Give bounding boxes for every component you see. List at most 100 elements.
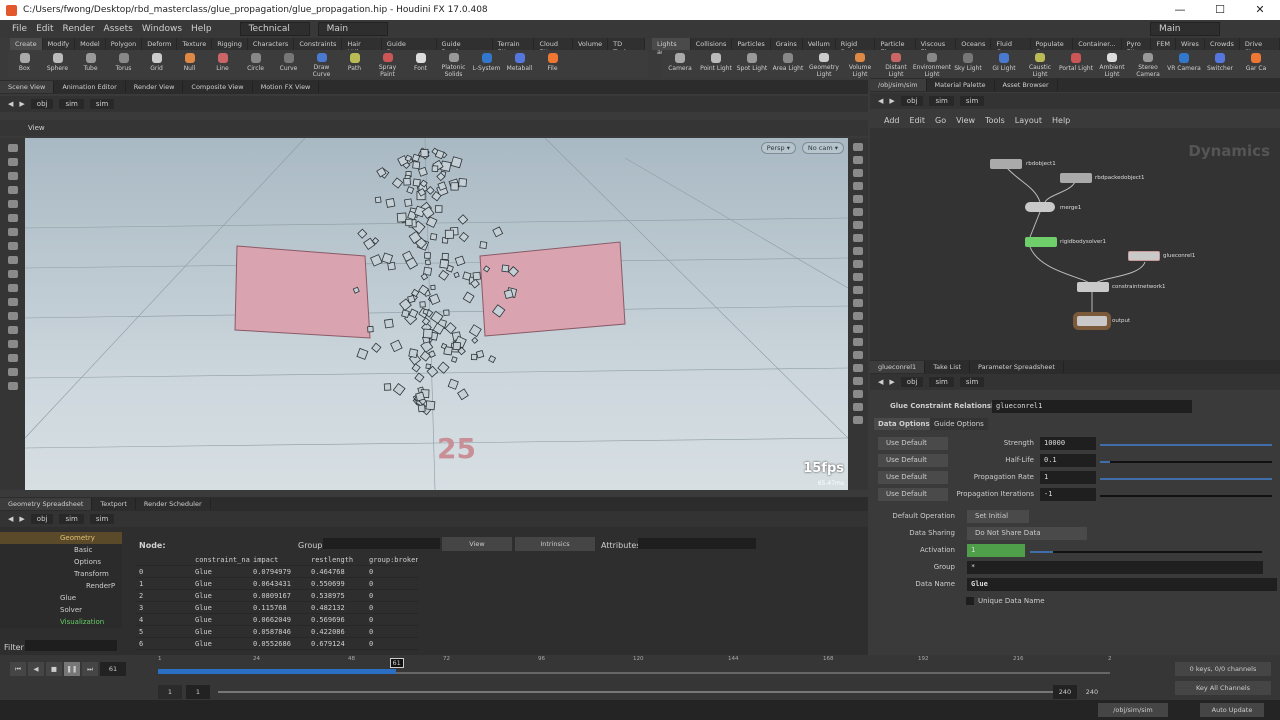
viewport-tool-icon[interactable] xyxy=(7,228,18,236)
shelf-tab-7[interactable]: Viscous Fl... xyxy=(916,38,957,56)
param-tab-1[interactable]: Take List xyxy=(925,361,971,373)
tool-volume-light[interactable]: Volume Light xyxy=(842,50,878,78)
pane-tab-0[interactable]: /obj/sim/sim xyxy=(870,79,927,91)
param-slider[interactable] xyxy=(1100,444,1272,446)
column-header[interactable]: restlength xyxy=(308,554,366,565)
shelf-tab-1[interactable]: Collisions xyxy=(691,38,733,50)
tool-portal-light[interactable]: Portal Light xyxy=(1058,50,1094,78)
range-slider[interactable] xyxy=(218,691,1053,693)
viewport-tool-icon[interactable] xyxy=(7,312,18,320)
main-select[interactable]: Main xyxy=(317,22,388,36)
param-value-field[interactable]: 0.1 xyxy=(1040,454,1096,467)
pane-tab-1[interactable]: Animation Editor xyxy=(54,81,126,93)
viewport-tool-icon[interactable] xyxy=(7,326,18,334)
menu-assets[interactable]: Assets xyxy=(104,24,133,34)
table-row[interactable]: 1 Glue 0.0643431 0.550699 0 xyxy=(136,578,418,590)
key-all-channels-select[interactable]: Key All Channels xyxy=(1175,681,1271,695)
display-option-icon[interactable] xyxy=(853,182,863,190)
path-sim[interactable]: sim xyxy=(59,99,84,109)
tool-spray-paint[interactable]: Spray Paint xyxy=(371,50,404,78)
tool-path[interactable]: Path xyxy=(338,50,371,78)
viewport-tool-icon[interactable] xyxy=(7,186,18,194)
shelf-tab-2[interactable]: Particles xyxy=(732,38,771,50)
data-name-field[interactable]: Glue xyxy=(967,578,1277,591)
close-button[interactable]: ✕ xyxy=(1240,0,1280,20)
viewport-tool-icon[interactable] xyxy=(7,158,18,166)
tool-sphere[interactable]: Sphere xyxy=(41,50,74,78)
display-option-icon[interactable] xyxy=(853,299,863,307)
param-slider[interactable] xyxy=(1100,495,1272,497)
play-reverse-button[interactable]: ◀ xyxy=(28,662,44,676)
viewport-tool-icon[interactable] xyxy=(7,354,18,362)
param-tab-0[interactable]: glueconrel1 xyxy=(870,361,926,373)
tab-data-options[interactable]: Data Options xyxy=(874,418,934,430)
attributes-input[interactable] xyxy=(638,538,756,549)
shelf-tab-14[interactable]: Wires xyxy=(1176,38,1205,50)
forward-icon[interactable]: ▶ xyxy=(889,97,894,105)
shelf-tab-5[interactable]: Texture xyxy=(177,38,213,50)
shelf-tab-0[interactable]: Create xyxy=(10,38,43,50)
viewport-tool-icon[interactable] xyxy=(7,382,18,390)
column-header[interactable] xyxy=(136,554,192,565)
activation-slider[interactable] xyxy=(1030,551,1262,553)
param-value-field[interactable]: 10000 xyxy=(1040,437,1096,450)
pane-tab-3[interactable]: Composite View xyxy=(183,81,253,93)
tool-file[interactable]: File xyxy=(536,50,569,78)
tool-l-system[interactable]: L-System xyxy=(470,50,503,78)
jump-end-button[interactable]: ⏭ xyxy=(82,662,98,676)
shelf-tab-12[interactable]: Pyro FX xyxy=(1122,38,1152,56)
shelf-tab-9[interactable]: Fluid Con... xyxy=(991,38,1031,56)
tool-point-light[interactable]: Point Light xyxy=(698,50,734,78)
display-option-icon[interactable] xyxy=(853,312,863,320)
spreadsheet-tab-2[interactable]: Render Scheduler xyxy=(136,498,211,510)
spreadsheet-tab-1[interactable]: Textport xyxy=(92,498,136,510)
camera-menu[interactable]: No cam ▾ xyxy=(801,142,844,154)
back-icon[interactable]: ◀ xyxy=(878,97,883,105)
spreadsheet-tab-0[interactable]: Geometry Spreadsheet xyxy=(0,498,93,510)
param-value-field[interactable]: -1 xyxy=(1040,488,1096,501)
shelf-tab-2[interactable]: Model xyxy=(75,38,106,50)
display-option-icon[interactable] xyxy=(853,169,863,177)
node-constraintnetwork1[interactable] xyxy=(1077,282,1109,292)
column-header[interactable]: constraint_nam xyxy=(192,554,250,565)
display-option-icon[interactable] xyxy=(853,195,863,203)
shelf-tab-15[interactable]: Crowds xyxy=(1205,38,1240,50)
tab-guide-options[interactable]: Guide Options xyxy=(930,418,988,430)
menu-help[interactable]: Help xyxy=(191,24,212,34)
path-sim[interactable]: sim xyxy=(929,377,954,387)
path-sim-2[interactable]: sim xyxy=(959,377,985,387)
desktop-select[interactable]: Technical xyxy=(239,22,310,36)
path-obj[interactable]: obj xyxy=(900,377,924,387)
path-sim[interactable]: sim xyxy=(59,514,84,524)
main-right-select[interactable]: Main xyxy=(1150,22,1220,36)
tool-circle[interactable]: Circle xyxy=(239,50,272,78)
tool-distant-light[interactable]: Distant Light xyxy=(878,50,914,78)
viewport-tool-icon[interactable] xyxy=(7,368,18,376)
network-editor[interactable]: Add Edit Go View Tools Layout Help Dynamics rb… xyxy=(870,112,1280,360)
tool-curve[interactable]: Curve xyxy=(272,50,305,78)
node-rbdobject1[interactable] xyxy=(990,159,1022,169)
display-option-icon[interactable] xyxy=(853,338,863,346)
shelf-tab-10[interactable]: Populate C... xyxy=(1031,38,1074,56)
tool-camera[interactable]: Camera xyxy=(662,50,698,78)
display-option-icon[interactable] xyxy=(853,377,863,385)
path-obj[interactable]: obj xyxy=(30,514,54,524)
tool-torus[interactable]: Torus xyxy=(107,50,140,78)
pane-tab-0[interactable]: Scene View xyxy=(0,81,55,93)
view-select[interactable]: View xyxy=(442,537,512,551)
display-option-icon[interactable] xyxy=(853,390,863,398)
forward-icon[interactable]: ▶ xyxy=(19,100,24,108)
viewport-tool-icon[interactable] xyxy=(7,256,18,264)
tool-caustic-light[interactable]: Caustic Light xyxy=(1022,50,1058,78)
tool-line[interactable]: Line xyxy=(206,50,239,78)
stop-button[interactable]: ■ xyxy=(46,662,62,676)
table-row[interactable]: 5 Glue 0.0587846 0.422086 0 xyxy=(136,626,418,638)
tool-font[interactable]: Font xyxy=(404,50,437,78)
shelf-tab-8[interactable]: Constraints xyxy=(294,38,343,50)
tool-spot-light[interactable]: Spot Light xyxy=(734,50,770,78)
shelf-tab-11[interactable]: Container... xyxy=(1073,38,1122,50)
menu-windows[interactable]: Windows xyxy=(142,24,182,34)
viewport-tool-icon[interactable] xyxy=(7,284,18,292)
tool-ambient-light[interactable]: Ambient Light xyxy=(1094,50,1130,78)
viewport-tool-icon[interactable] xyxy=(7,200,18,208)
